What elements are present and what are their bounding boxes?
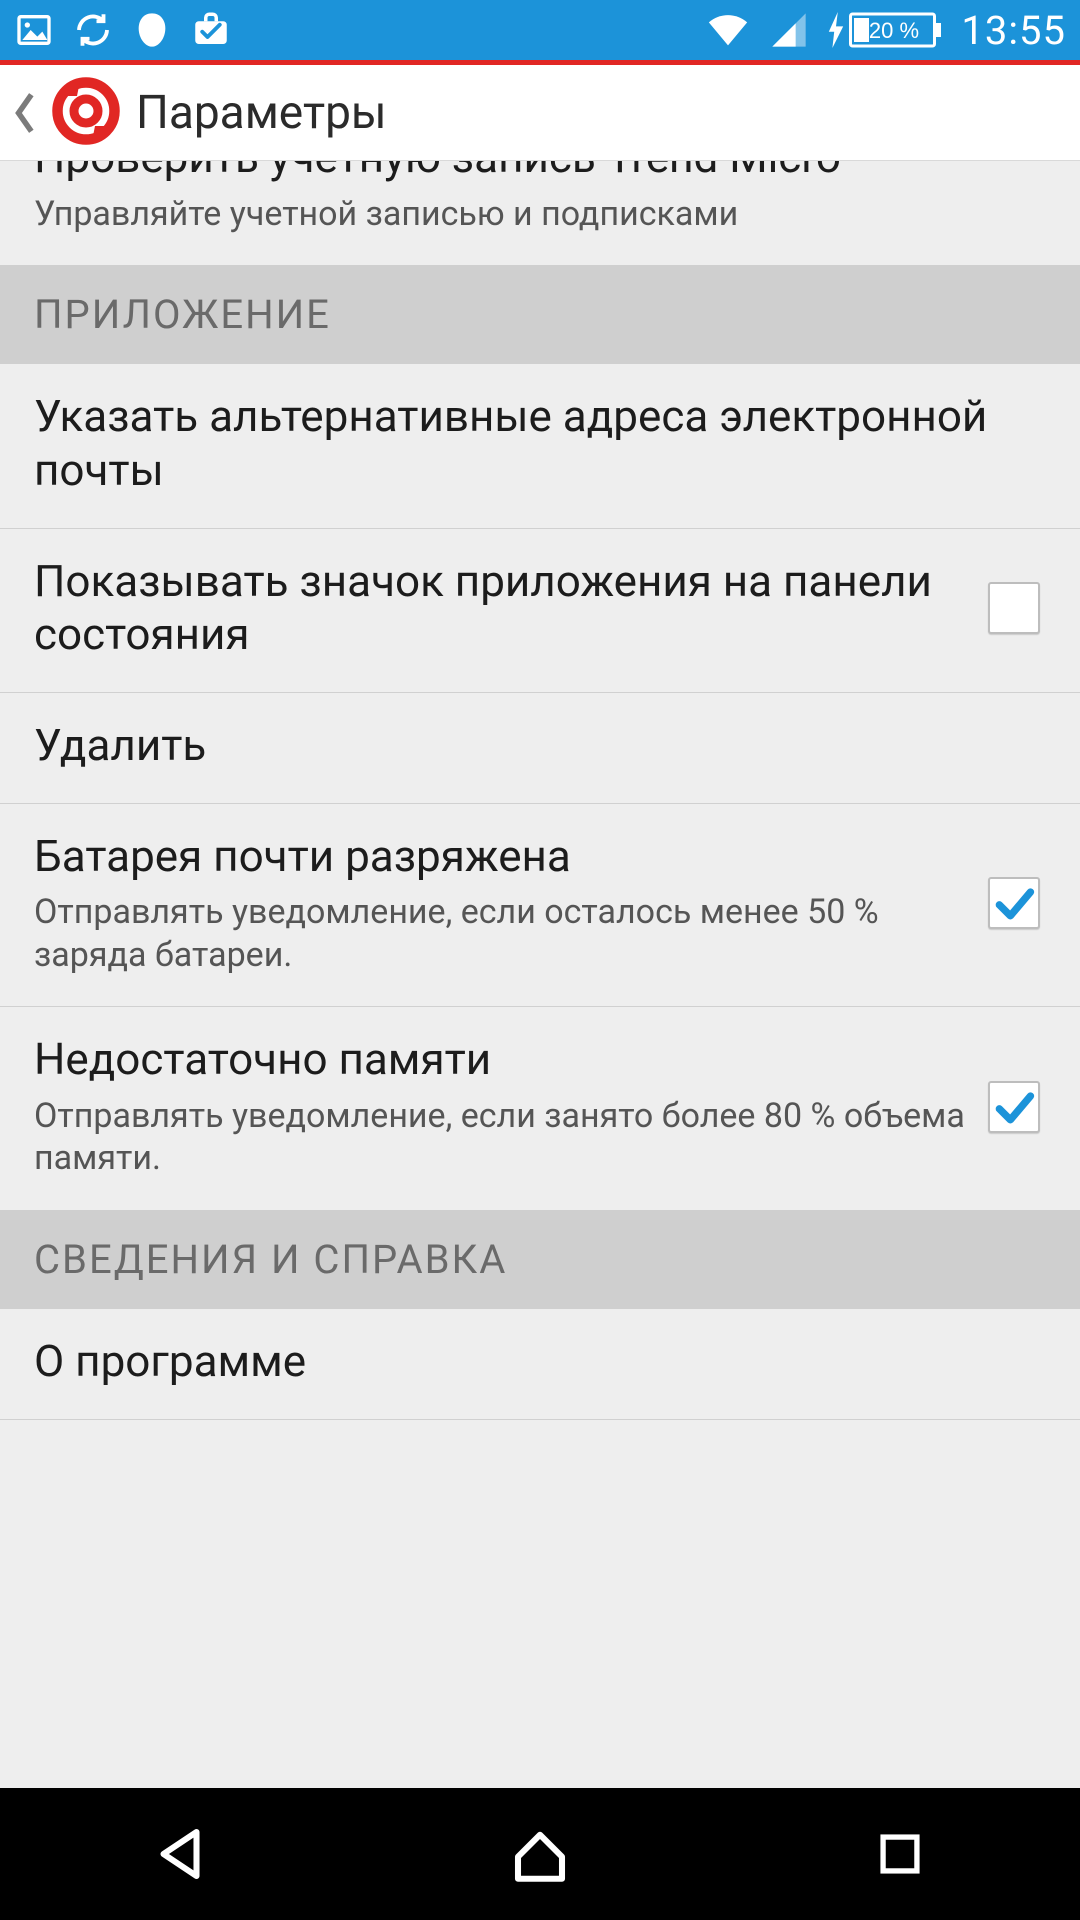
item-title: О программе [34,1335,1046,1389]
nav-home-button[interactable] [460,1809,620,1899]
item-title: Удалить [34,719,1046,773]
item-subtitle: Управляйте учетной записью и подписками [34,193,1046,236]
item-alt-email[interactable]: Указать альтернативные адреса электронно… [0,364,1080,528]
charging-icon [827,12,845,48]
check-icon [992,1085,1036,1129]
item-about[interactable]: О программе [0,1309,1080,1420]
checkbox-show-icon[interactable] [988,582,1040,634]
nav-back-icon [147,1821,213,1887]
item-memory-low[interactable]: Недостаточно памяти Отправлять уведомлен… [0,1007,1080,1210]
app-notification-icon [132,10,172,50]
battery-percent-text: 20 % [869,18,919,43]
item-subtitle: Отправлять уведомление, если занято боле… [34,1095,968,1180]
image-icon [14,10,54,50]
nav-recent-button[interactable] [820,1809,980,1899]
check-icon [992,881,1036,925]
app-bar: Параметры [0,65,1080,161]
settings-list[interactable]: Проверить учетную запись Trend Micro Упр… [0,161,1080,1788]
section-header-help: СВЕДЕНИЯ И СПРАВКА [0,1210,1080,1309]
signal-icon [769,10,809,50]
item-battery-low[interactable]: Батарея почти разряжена Отправлять уведо… [0,804,1080,1008]
status-time: 13:55 [961,7,1066,54]
item-subtitle: Отправлять уведомление, если осталось ме… [34,891,968,976]
status-right: 20 % 20 % 13:55 [705,7,1066,54]
wifi-icon [705,10,751,50]
app-bar-title: Параметры [136,86,387,140]
settings-list-inner: Проверить учетную запись Trend Micro Упр… [0,161,1080,1420]
item-title: Недостаточно памяти [34,1033,968,1087]
checkbox-memory-low[interactable] [988,1081,1040,1133]
checkbox-battery-low[interactable] [988,877,1040,929]
nav-recent-icon [871,1825,929,1883]
item-title: Батарея почти разряжена [34,830,968,884]
item-delete[interactable]: Удалить [0,693,1080,804]
nav-home-icon [507,1821,573,1887]
app-logo-icon [50,75,122,151]
screen: 20 % 20 % 13:55 Параметры Пр [0,0,1080,1920]
battery-indicator: 20 % 20 % [827,10,943,50]
status-bar: 20 % 20 % 13:55 [0,0,1080,60]
section-header-app: ПРИЛОЖЕНИЕ [0,265,1080,364]
back-button[interactable] [12,91,36,135]
item-show-icon[interactable]: Показывать значок приложения на панели с… [0,529,1080,693]
item-check-account[interactable]: Проверить учетную запись Trend Micro Упр… [0,161,1080,265]
item-title: Показывать значок приложения на панели с… [34,555,968,662]
status-left [14,9,232,51]
nav-bar [0,1788,1080,1920]
battery-icon: 20 % [849,10,943,50]
sync-icon [72,9,114,51]
item-title: Указать альтернативные адреса электронно… [34,390,1046,497]
briefcase-icon [190,9,232,51]
nav-back-button[interactable] [100,1809,260,1899]
item-title: Проверить учетную запись Trend Micro [34,161,1046,185]
